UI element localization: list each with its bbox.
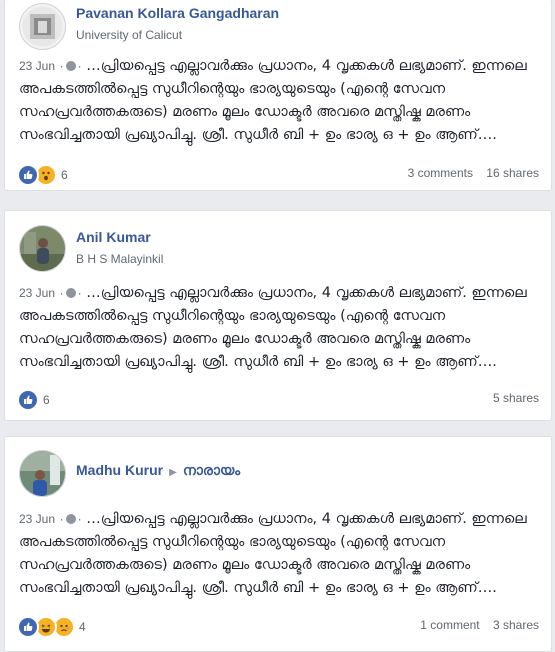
- separator: ·: [77, 286, 82, 300]
- engagement-stats: 1 comment 3 shares: [410, 618, 539, 632]
- post-text: …പ്രിയപ്പെട്ട എല്ലാവർക്കും പ്രധാനം, 4 വൃ…: [19, 511, 527, 596]
- post-card: Madhu Kurur ▶ നാരായം 23 Jun · · …പ്രിയപ്പെട…: [4, 436, 552, 652]
- like-icon: [17, 164, 39, 186]
- engagement-stats: 5 shares: [483, 391, 539, 405]
- like-icon: [17, 389, 39, 411]
- author-subtitle[interactable]: University of Calicut: [76, 28, 182, 42]
- post-date[interactable]: 23 Jun: [19, 59, 55, 73]
- author-subtitle[interactable]: B H S Malayinkil: [76, 252, 163, 266]
- author-avatar[interactable]: [19, 3, 66, 50]
- reaction-summary[interactable]: 6: [17, 164, 68, 186]
- post-text: …പ്രിയപ്പെട്ട എല്ലാവർക്കും പ്രധാനം, 4 വൃ…: [19, 58, 527, 143]
- post-footer: 6 5 shares: [17, 389, 539, 411]
- post-body: 23 Jun · · …പ്രിയപ്പെട്ട എല്ലാവർക്കും പ്ര…: [19, 508, 541, 600]
- separator: ·: [77, 512, 82, 526]
- post-card: Pavanan Kollara Gangadharan University o…: [4, 0, 552, 191]
- author-avatar[interactable]: [19, 225, 66, 272]
- post-date[interactable]: 23 Jun: [19, 286, 55, 300]
- post-footer: 6 3 comments 16 shares: [17, 164, 539, 186]
- shares-link[interactable]: 3 shares: [493, 618, 539, 632]
- separator: ·: [59, 512, 64, 526]
- author-name: Madhu Kurur ▶ നാരായം: [76, 462, 240, 479]
- university-logo: [22, 6, 63, 47]
- reaction-count: 6: [43, 393, 50, 407]
- author-link[interactable]: Madhu Kurur: [76, 462, 163, 478]
- comments-link[interactable]: 1 comment: [420, 618, 479, 632]
- group-name[interactable]: നാരായം: [183, 462, 240, 478]
- post-footer: 4 1 comment 3 shares: [17, 616, 539, 638]
- globe-icon: [65, 61, 76, 71]
- post-date[interactable]: 23 Jun: [19, 512, 55, 526]
- reaction-summary[interactable]: 6: [17, 389, 50, 411]
- separator: ·: [59, 59, 64, 73]
- comments-link[interactable]: 3 comments: [408, 166, 473, 180]
- reaction-summary[interactable]: 4: [17, 616, 86, 638]
- globe-icon: [65, 288, 76, 298]
- engagement-stats: 3 comments 16 shares: [398, 166, 539, 180]
- like-icon: [17, 616, 39, 638]
- post-text: …പ്രിയപ്പെട്ട എല്ലാവർക്കും പ്രധാനം, 4 വൃ…: [19, 285, 527, 370]
- post-body: 23 Jun · · …പ്രിയപ്പെട്ട എല്ലാവർക്കും പ്ര…: [19, 55, 541, 147]
- caret-right-icon: ▶: [169, 467, 177, 478]
- separator: ·: [77, 59, 82, 73]
- author-name[interactable]: Anil Kumar: [76, 229, 151, 245]
- shares-link[interactable]: 5 shares: [493, 391, 539, 405]
- separator: ·: [59, 286, 64, 300]
- reaction-count: 4: [79, 620, 86, 634]
- post-card: Anil Kumar B H S Malayinkil 23 Jun · · …പ…: [4, 210, 552, 421]
- author-photo: [20, 226, 65, 271]
- author-name[interactable]: Pavanan Kollara Gangadharan: [76, 5, 279, 21]
- shares-link[interactable]: 16 shares: [486, 166, 539, 180]
- author-avatar[interactable]: [19, 450, 66, 497]
- post-body: 23 Jun · · …പ്രിയപ്പെട്ട എല്ലാവർക്കും പ്ര…: [19, 282, 541, 374]
- globe-icon: [65, 514, 76, 524]
- reaction-count: 6: [61, 168, 68, 182]
- author-photo: [20, 451, 65, 496]
